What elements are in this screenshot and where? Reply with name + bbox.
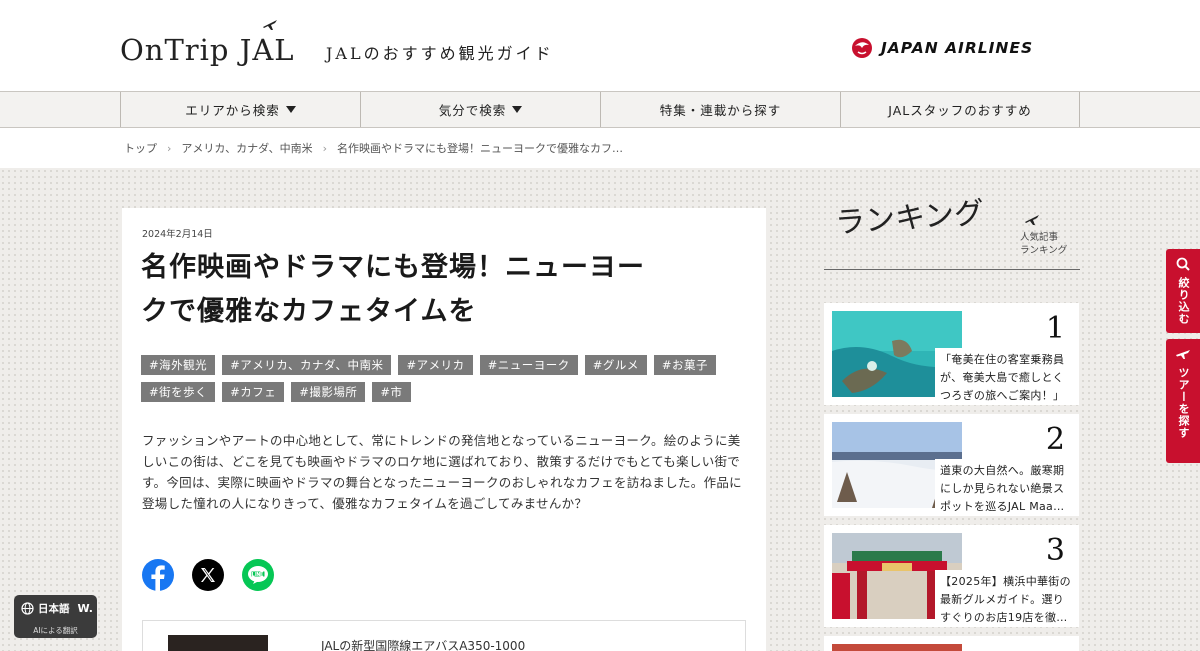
facebook-share-button[interactable]: [142, 559, 174, 591]
tag-list: #海外観光 #アメリカ、カナダ、中南米 #アメリカ #ニューヨーク #グルメ #…: [141, 355, 761, 409]
jal-crane-icon: [852, 38, 872, 58]
site-header: OnTrip JAL JALのおすすめ観光ガイド JAPAN AIRLINES: [0, 0, 1200, 91]
related-article-box[interactable]: JALの新型国際線エアバスA350-1000: [142, 620, 746, 651]
related-article-thumbnail: [168, 635, 268, 651]
ontrip-jal-logo[interactable]: OnTrip JAL: [120, 20, 295, 70]
ranking-item[interactable]: 1 「奄美在住の客室乗務員が、奄美大島で癒しとくつろぎの旅へご案内！」: [824, 303, 1079, 405]
nav-search-by-area[interactable]: エリアから検索: [120, 92, 360, 127]
translate-language: 日本語: [38, 603, 70, 615]
article-card: 2024年2月14日 名作映画やドラマにも登場！ニューヨー クで優雅なカフェタイ…: [122, 208, 766, 651]
tag-link[interactable]: #街を歩く: [141, 382, 216, 402]
ranking-number: 2: [1045, 422, 1065, 457]
ranking-item[interactable]: 3 【2025年】横浜中華街の最新グルメガイド。選りすぐりのお店19店を徹…: [824, 525, 1079, 627]
line-icon: [248, 566, 268, 584]
tag-link[interactable]: #グルメ: [584, 355, 647, 375]
chevron-right-icon: ›: [322, 141, 328, 155]
nav-features[interactable]: 特集・連載から探す: [600, 92, 840, 127]
ranking-item[interactable]: 2 道東の大自然へ。厳寒期にしか見られない絶景スポットを巡るJAL Maa…: [824, 414, 1079, 516]
ranking-title: ランキング: [834, 196, 985, 241]
nav-label: JALスタッフのおすすめ: [888, 103, 1032, 118]
ranking-number: 1: [1045, 311, 1065, 346]
ranking-number: 3: [1045, 533, 1065, 568]
ranking-item[interactable]: [824, 636, 1079, 651]
site-tagline: JALのおすすめ観光ガイド: [326, 44, 554, 63]
filter-tab-label: 絞り込む: [1177, 277, 1190, 325]
tag-link[interactable]: #ニューヨーク: [479, 355, 578, 375]
caret-down-icon: [285, 106, 296, 113]
ranking-item-title: 【2025年】横浜中華街の最新グルメガイド。選りすぐりのお店19店を徹…: [935, 570, 1073, 624]
airplane-icon: [263, 20, 277, 30]
logo-text: OnTrip JAL: [120, 33, 295, 67]
tag-link[interactable]: #撮影場所: [291, 382, 366, 402]
nav-label: エリアから検索: [185, 103, 280, 118]
japan-airlines-logo[interactable]: JAPAN AIRLINES: [851, 36, 1033, 60]
x-share-button[interactable]: [192, 559, 224, 591]
ranking-thumbnail: [832, 644, 962, 651]
caret-down-icon: [512, 106, 523, 113]
nav-search-by-mood[interactable]: 気分で検索: [360, 92, 600, 127]
tag-link[interactable]: #アメリカ、カナダ、中南米: [222, 355, 392, 375]
ranking-subtitle-line: ランキング: [1020, 245, 1068, 256]
chevron-right-icon: ›: [167, 141, 172, 155]
airline-name: JAPAN AIRLINES: [881, 39, 1034, 57]
ranking-subtitle-line: 人気記事: [1020, 232, 1059, 243]
article-date: 2024年2月14日: [142, 229, 213, 240]
tag-link[interactable]: #カフェ: [222, 382, 285, 402]
ranking-header: ランキング 人気記事 ランキング: [824, 195, 1080, 270]
nav-label: 特集・連載から探す: [659, 103, 782, 118]
ranking-title-text: ランキング: [834, 196, 985, 241]
facebook-icon: [151, 565, 165, 591]
globe-icon: [21, 602, 34, 615]
main-nav: エリアから検索 気分で検索 特集・連載から探す JALスタッフのおすすめ: [0, 91, 1200, 128]
translate-caption: AIによる翻訳: [33, 626, 78, 635]
line-share-button[interactable]: [242, 559, 274, 591]
ranking-subtitle: 人気記事 ランキング: [1020, 231, 1067, 257]
breadcrumb-home[interactable]: トップ: [124, 140, 157, 156]
article-lead: ファッションやアートの中心地として、常にトレンドの発信地となっているニューヨーク…: [142, 433, 742, 511]
share-buttons: [142, 559, 274, 591]
tag-link[interactable]: #アメリカ: [398, 355, 473, 375]
x-logo-icon: [201, 568, 215, 582]
translate-widget[interactable]: 日本語 W. AIによる翻訳: [14, 595, 97, 638]
filter-tab[interactable]: 絞り込む: [1166, 249, 1200, 333]
ranking-item-title: 「奄美在住の客室乗務員が、奄美大島で癒しとくつろぎの旅へご案内！」: [935, 348, 1073, 402]
nav-label: 気分で検索: [438, 103, 507, 118]
tag-link[interactable]: #市: [372, 382, 411, 402]
tag-link[interactable]: #海外観光: [141, 355, 216, 375]
tour-search-tab-label: ツアーを探す: [1177, 367, 1190, 439]
related-article-title: JALの新型国際線エアバスA350-1000: [321, 639, 526, 651]
article-title: 名作映画やドラマにも登場！ニューヨー クで優雅なカフェタイムを: [141, 246, 741, 334]
airplane-icon: [1176, 350, 1190, 359]
breadcrumb-region[interactable]: アメリカ、カナダ、中南米: [181, 140, 312, 156]
nav-staff-picks[interactable]: JALスタッフのおすすめ: [840, 92, 1080, 127]
tag-link[interactable]: #お菓子: [653, 355, 717, 375]
ranking-divider: [824, 269, 1080, 270]
tour-search-tab[interactable]: ツアーを探す: [1166, 339, 1200, 463]
breadcrumb: トップ › アメリカ、カナダ、中南米 › 名作映画やドラマにも登場！ニューヨーク…: [0, 128, 1200, 168]
search-icon: [1176, 257, 1190, 271]
ranking-item-title: 道東の大自然へ。厳寒期にしか見られない絶景スポットを巡るJAL Maa…: [935, 459, 1073, 513]
article-title-line: 名作映画やドラマにも登場！ニューヨー: [141, 252, 645, 283]
breadcrumb-current: 名作映画やドラマにも登場！ニューヨークで優雅なカフ…: [337, 142, 624, 155]
article-title-line: クで優雅なカフェタイムを: [141, 296, 477, 327]
translate-badge: W.: [77, 602, 93, 615]
airplane-icon: [1025, 215, 1039, 225]
